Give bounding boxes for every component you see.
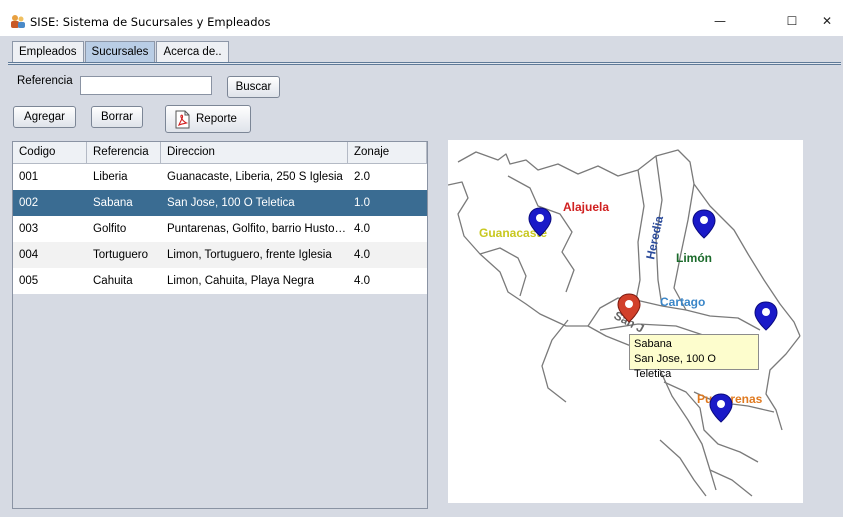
app-body: Empleados Sucursales Acerca de.. Referen… (0, 36, 843, 517)
sucursales-table[interactable]: Codigo Referencia Direccion Zonaje 001 L… (12, 141, 428, 509)
tab-empleados[interactable]: Empleados (12, 41, 84, 63)
reporte-button[interactable]: Reporte (165, 105, 251, 133)
cell-direccion: Limon, Tortuguero, frente Iglesia (167, 249, 332, 261)
cell-codigo: 001 (19, 171, 39, 183)
cell-codigo: 003 (19, 223, 39, 235)
app-icon (11, 15, 25, 28)
costa-rica-map: Alajuela Heredia Guanacaste Limón Cartag… (448, 149, 801, 497)
minimize-button[interactable]: — (700, 8, 740, 34)
region-label-heredia: Heredia (643, 214, 666, 260)
cell-zonaje: 4.0 (354, 275, 370, 287)
window-title: SISE: Sistema de Sucursales y Empleados (30, 15, 271, 29)
referencia-input[interactable] (80, 76, 212, 95)
referencia-label: Referencia (17, 75, 73, 87)
reporte-label: Reporte (196, 113, 237, 125)
table-row[interactable]: 005 Cahuita Limon, Cahuita, Playa Negra … (13, 268, 427, 294)
table-header: Codigo Referencia Direccion Zonaje (13, 142, 427, 164)
cell-direccion: Guanacaste, Liberia, 250 S Iglesia (167, 171, 343, 183)
cell-codigo: 002 (19, 197, 39, 209)
pdf-icon (175, 110, 190, 128)
cell-zonaje: 2.0 (354, 171, 370, 183)
tab-strip: Empleados Sucursales Acerca de.. (12, 41, 230, 63)
borrar-button[interactable]: Borrar (91, 106, 143, 128)
column-header-direccion[interactable]: Direccion (161, 142, 348, 163)
region-label-limon: Limón (676, 251, 712, 265)
region-label-alajuela: Alajuela (563, 200, 609, 214)
column-header-referencia[interactable]: Referencia (87, 142, 161, 163)
cell-direccion: San Jose, 100 O Teletica (167, 197, 295, 209)
tooltip-title: Sabana (634, 338, 672, 350)
region-label-cartago: Cartago (660, 295, 705, 309)
buscar-button[interactable]: Buscar (227, 76, 280, 98)
cell-direccion: Limon, Cahuita, Playa Negra (167, 275, 315, 287)
column-header-codigo[interactable]: Codigo (13, 142, 87, 163)
agregar-button[interactable]: Agregar (13, 106, 76, 128)
table-row[interactable]: 003 Golfito Puntarenas, Golfito, barrio … (13, 216, 427, 242)
table-row[interactable]: 004 Tortuguero Limon, Tortuguero, frente… (13, 242, 427, 268)
map-marker-icon[interactable] (709, 393, 733, 423)
title-bar: SISE: Sistema de Sucursales y Empleados … (0, 0, 843, 36)
cell-direccion: Puntarenas, Golfito, barrio Huston... (167, 223, 348, 235)
cell-referencia: Liberia (93, 171, 128, 183)
tab-divider (8, 62, 841, 65)
maximize-button[interactable]: ☐ (772, 8, 812, 34)
table-row-selected[interactable]: 002 Sabana San Jose, 100 O Teletica 1.0 (13, 190, 427, 216)
map-tooltip: Sabana San Jose, 100 O Teletica (629, 334, 759, 380)
map-marker-icon[interactable] (754, 301, 778, 331)
branch-map[interactable]: Alajuela Heredia Guanacaste Limón Cartag… (448, 140, 803, 503)
cell-zonaje: 1.0 (354, 197, 370, 209)
tab-acerca-de[interactable]: Acerca de.. (156, 41, 229, 63)
tab-sucursales[interactable]: Sucursales (84, 41, 156, 63)
cell-zonaje: 4.0 (354, 223, 370, 235)
tooltip-address: San Jose, 100 O Teletica (634, 353, 716, 380)
cell-referencia: Golfito (93, 223, 127, 235)
cell-zonaje: 4.0 (354, 249, 370, 261)
map-marker-icon[interactable] (692, 209, 716, 239)
close-button[interactable]: ✕ (812, 8, 842, 34)
table-row[interactable]: 001 Liberia Guanacaste, Liberia, 250 S I… (13, 164, 427, 190)
cell-referencia: Tortuguero (93, 249, 148, 261)
table-body: 001 Liberia Guanacaste, Liberia, 250 S I… (13, 164, 427, 294)
cell-codigo: 004 (19, 249, 39, 261)
column-header-zonaje[interactable]: Zonaje (348, 142, 427, 163)
cell-referencia: Cahuita (93, 275, 133, 287)
cell-codigo: 005 (19, 275, 39, 287)
cell-referencia: Sabana (93, 197, 133, 209)
